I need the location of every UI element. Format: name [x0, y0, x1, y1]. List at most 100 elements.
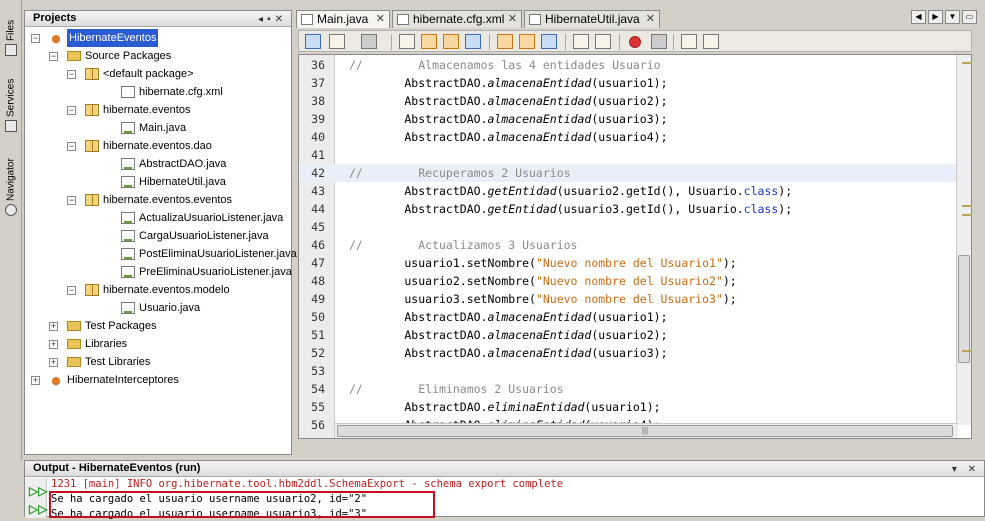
code-line[interactable]: 45	[299, 218, 971, 236]
tree-node[interactable]: − hibernate.eventos.dao	[25, 137, 291, 155]
code-line[interactable]: 53	[299, 362, 971, 380]
next-bookmark-icon[interactable]	[519, 34, 535, 49]
code-line[interactable]: 55 AbstractDAO.eliminaEntidad(usuario1);	[299, 398, 971, 416]
tree-node[interactable]: − hibernate.eventos.eventos	[25, 191, 291, 209]
code-line[interactable]: 47 usuario1.setNombre("Nuevo nombre del …	[299, 254, 971, 272]
collapse-icon[interactable]: −	[67, 142, 76, 151]
tree-node-label: HibernateInterceptores	[67, 374, 179, 386]
vertical-scroll-thumb[interactable]	[958, 255, 970, 363]
code-line[interactable]: 50 AbstractDAO.almacenaEntidad(usuario1)…	[299, 308, 971, 326]
code-line[interactable]: 48 usuario2.setNombre("Nuevo nombre del …	[299, 272, 971, 290]
find-icon[interactable]	[399, 34, 415, 49]
find-next-icon[interactable]	[443, 34, 459, 49]
error-stripe-mark[interactable]	[962, 350, 972, 352]
collapse-icon[interactable]: −	[67, 286, 76, 295]
code-line[interactable]: 42 // Recuperamos 2 Usuarios	[299, 164, 971, 182]
code-line[interactable]: 49 usuario3.setNombre("Nuevo nombre del …	[299, 290, 971, 308]
shift-right-icon[interactable]	[595, 34, 611, 49]
panel-controls[interactable]: ▾ ✕	[952, 462, 980, 477]
tree-node[interactable]: CargaUsuarioListener.java	[25, 227, 291, 245]
close-icon[interactable]: ✕	[646, 11, 655, 27]
forward-icon[interactable]	[361, 34, 377, 49]
tree-node[interactable]: HibernateUtil.java	[25, 173, 291, 191]
toggle-highlight-icon[interactable]	[465, 34, 481, 49]
horizontal-scrollbar[interactable]: |||	[335, 423, 958, 438]
code-line[interactable]: 41	[299, 146, 971, 164]
record-macro-icon[interactable]	[629, 36, 641, 48]
tab-list-dropdown-icon[interactable]: ▼	[945, 10, 960, 24]
code-line[interactable]: 52 AbstractDAO.almacenaEntidad(usuario3)…	[299, 344, 971, 362]
code-editor[interactable]: 36 // Almacenamos las 4 entidades Usuario…	[298, 54, 972, 439]
tab-main-java[interactable]: Main.java ✕	[296, 10, 390, 28]
collapse-icon[interactable]: −	[49, 52, 58, 61]
tree-node[interactable]: Main.java	[25, 119, 291, 137]
error-stripe-mark[interactable]	[962, 205, 972, 207]
code-line[interactable]: 36 // Almacenamos las 4 entidades Usuario	[299, 56, 971, 74]
tree-node[interactable]: + Test Packages	[25, 317, 291, 335]
horizontal-scroll-thumb[interactable]: |||	[337, 425, 953, 437]
error-stripe-mark[interactable]	[962, 62, 972, 64]
collapse-icon[interactable]: −	[67, 70, 76, 79]
tree-node[interactable]: ActualizaUsuarioListener.java	[25, 209, 291, 227]
code-line[interactable]: 43 AbstractDAO.getEntidad(usuario2.getId…	[299, 182, 971, 200]
vertical-scrollbar[interactable]	[956, 55, 971, 425]
tree-node[interactable]: − HibernateEventos	[25, 29, 291, 47]
expand-icon[interactable]: +	[49, 322, 58, 331]
tab-hibernate-cfg-xml[interactable]: hibernate.cfg.xml ✕	[392, 10, 522, 28]
expand-icon[interactable]: +	[49, 358, 58, 367]
panel-controls[interactable]: ◂▪✕	[258, 12, 287, 27]
code-line[interactable]: 54 // Eliminamos 2 Usuarios	[299, 380, 971, 398]
side-tab-files-label: Files	[5, 19, 17, 41]
toggle-bookmark-icon[interactable]	[541, 34, 557, 49]
tree-node[interactable]: − hibernate.eventos.modelo	[25, 281, 291, 299]
close-icon[interactable]: ✕	[376, 11, 385, 27]
source-view-icon[interactable]	[305, 34, 321, 49]
scroll-right-icon[interactable]: ▶	[928, 10, 943, 24]
expand-icon[interactable]: +	[31, 376, 40, 385]
code-text: usuario1.setNombre("Nuevo nombre del Usu…	[349, 256, 737, 270]
side-tab-files[interactable]: Files	[2, 8, 20, 56]
scroll-left-icon[interactable]: ◀	[911, 10, 926, 24]
uncomment-icon[interactable]	[703, 34, 719, 49]
tab-hibernateutil-java[interactable]: HibernateUtil.java ✕	[524, 10, 660, 28]
code-line[interactable]: 46 // Actualizamos 3 Usuarios	[299, 236, 971, 254]
tree-node[interactable]: hibernate.cfg.xml	[25, 83, 291, 101]
code-line[interactable]: 44 AbstractDAO.getEntidad(usuario3.getId…	[299, 200, 971, 218]
previous-bookmark-icon[interactable]	[497, 34, 513, 49]
package-icon	[85, 194, 99, 206]
shift-left-icon[interactable]	[573, 34, 589, 49]
rerun-icon[interactable]: ▷▷	[29, 484, 47, 498]
tree-node[interactable]: + Libraries	[25, 335, 291, 353]
tree-node-label: HibernateEventos	[67, 29, 159, 47]
tree-node[interactable]: − hibernate.eventos	[25, 101, 291, 119]
comment-icon[interactable]	[681, 34, 697, 49]
code-line[interactable]: 38 AbstractDAO.almacenaEntidad(usuario2)…	[299, 92, 971, 110]
collapse-icon[interactable]: −	[67, 196, 76, 205]
back-icon[interactable]	[329, 34, 345, 49]
maximize-icon[interactable]: ▭	[962, 10, 977, 24]
find-previous-icon[interactable]	[421, 34, 437, 49]
services-icon	[5, 120, 17, 132]
tree-node[interactable]: PreEliminaUsuarioListener.java	[25, 263, 292, 281]
error-stripe-mark[interactable]	[962, 214, 972, 216]
tree-node[interactable]: + Test Libraries	[25, 353, 291, 371]
side-tab-navigator[interactable]: Navigator	[2, 146, 20, 216]
code-line[interactable]: 37 AbstractDAO.almacenaEntidad(usuario1)…	[299, 74, 971, 92]
tree-node[interactable]: AbstractDAO.java	[25, 155, 291, 173]
tree-node[interactable]: − Source Packages	[25, 47, 291, 65]
collapse-icon[interactable]: −	[31, 34, 40, 43]
side-tab-services[interactable]: Services	[2, 68, 20, 132]
rerun-with-args-icon[interactable]: ▷▷	[29, 502, 47, 516]
tree-node[interactable]: Usuario.java	[25, 299, 291, 317]
code-line[interactable]: 40 AbstractDAO.almacenaEntidad(usuario4)…	[299, 128, 971, 146]
close-icon[interactable]: ✕	[508, 11, 517, 27]
code-line[interactable]: 39 AbstractDAO.almacenaEntidad(usuario3)…	[299, 110, 971, 128]
tree-node[interactable]: − <default package>	[25, 65, 291, 83]
tree-node[interactable]: + HibernateInterceptores	[25, 371, 291, 389]
xml-file-icon	[121, 86, 135, 98]
stop-macro-icon[interactable]	[651, 34, 667, 49]
expand-icon[interactable]: +	[49, 340, 58, 349]
code-line[interactable]: 51 AbstractDAO.almacenaEntidad(usuario2)…	[299, 326, 971, 344]
collapse-icon[interactable]: −	[67, 106, 76, 115]
tree-node[interactable]: PostEliminaUsuarioListener.java	[25, 245, 297, 263]
